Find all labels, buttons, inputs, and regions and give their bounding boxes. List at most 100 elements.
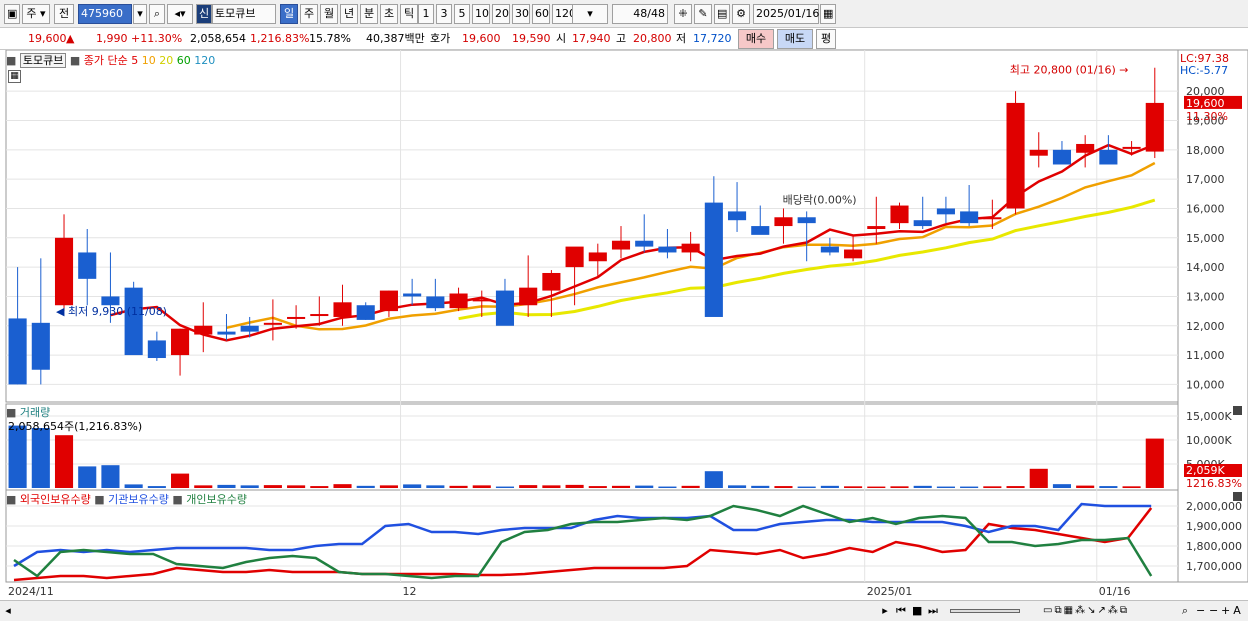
period-button[interactable]: 월 xyxy=(320,4,338,24)
holding-line-2 xyxy=(13,504,1153,580)
all-button[interactable]: 전 xyxy=(54,4,74,24)
current-price: 19,600 xyxy=(28,32,67,45)
candle-body xyxy=(147,340,166,359)
candle-body xyxy=(287,316,306,319)
date-field[interactable]: 2025/01/16 xyxy=(753,4,819,24)
volume-bar xyxy=(495,486,515,488)
stop-icon[interactable]: ■ xyxy=(910,602,924,621)
volume-bar xyxy=(356,485,375,488)
volume-panel-close-icon[interactable] xyxy=(1233,406,1242,415)
high-label: 고 xyxy=(616,32,627,45)
high-annotation: 최고 20,800 (01/16) → xyxy=(1010,64,1129,77)
volume-bar xyxy=(635,485,654,488)
save-icon[interactable]: ▤ xyxy=(714,4,730,24)
candle-body xyxy=(31,322,50,370)
code-dropdown-icon[interactable]: ▾ xyxy=(133,4,147,24)
price-tick-label: 14,000 xyxy=(1186,261,1225,274)
volume-bar xyxy=(54,435,74,488)
candle-body xyxy=(8,318,27,385)
rewind-icon[interactable]: ⏮ xyxy=(894,602,908,621)
interval-button[interactable]: 20 xyxy=(492,4,510,24)
zoom-in-icon[interactable]: + xyxy=(1219,602,1231,621)
candle-body xyxy=(426,296,445,309)
period-button[interactable]: 년 xyxy=(340,4,358,24)
evaluate-button[interactable]: 평 xyxy=(816,29,836,49)
search-icon[interactable]: ⌕ xyxy=(149,4,165,24)
count-value: 48 xyxy=(633,7,648,20)
table-toggle-icon[interactable]: ▦ xyxy=(8,70,21,83)
bid-price: 19,590 xyxy=(512,32,551,45)
interval-button[interactable]: 120 xyxy=(552,4,576,24)
interval-button[interactable]: 5 xyxy=(454,4,470,24)
candle-body xyxy=(310,314,329,317)
volume-bar xyxy=(1122,486,1141,488)
volume-pct: 1,216.83% xyxy=(250,32,310,45)
period-button[interactable]: 주 xyxy=(300,4,318,24)
volume-value: 2,058,654 xyxy=(190,32,246,45)
last-price-tag: 19,600 xyxy=(1186,97,1225,110)
market-select[interactable]: 주 ▾ xyxy=(22,4,50,24)
candle-body xyxy=(171,328,190,356)
scroll-right-icon[interactable]: ▸ xyxy=(878,602,892,621)
drawing-tools-icon[interactable]: ▭⧉▦⁂↘↗⁂⧉ xyxy=(1026,602,1146,621)
fast-forward-icon[interactable]: ⏭ xyxy=(926,602,940,621)
chart-canvas[interactable]: 20,00019,00018,00017,00016,00015,00014,0… xyxy=(0,50,1248,621)
zoom-out-icon[interactable]: − xyxy=(1194,602,1206,621)
candle-body xyxy=(519,287,538,306)
interval-dropdown[interactable]: ▾ xyxy=(572,4,608,24)
legend-marker-icon: ■ xyxy=(6,54,17,67)
auto-scale-icon[interactable]: A xyxy=(1231,602,1243,621)
zoom-slider[interactable] xyxy=(950,609,1020,613)
interval-button[interactable]: 10 xyxy=(472,4,490,24)
volume-bar xyxy=(565,484,584,488)
ma-legend-marker-icon: ■ xyxy=(69,54,81,67)
zoom-search-icon[interactable]: ⌕ xyxy=(1178,602,1192,621)
draw-icon[interactable]: ✎ xyxy=(694,4,712,24)
volume-bar xyxy=(1099,486,1118,488)
individual-holding-label: 개인보유수량 xyxy=(186,493,248,506)
period-button[interactable]: 일 xyxy=(280,4,298,24)
low-price: 17,720 xyxy=(693,32,732,45)
candle-body xyxy=(960,211,979,224)
period-button[interactable]: 분 xyxy=(360,4,378,24)
sell-button[interactable]: 매도 xyxy=(777,29,813,49)
open-price: 17,940 xyxy=(572,32,611,45)
chart-area[interactable]: 20,000 19,000 18,000 17,000 16,000 15,000 14,0… xyxy=(0,50,1248,621)
gear-icon[interactable]: ⚙ xyxy=(732,4,750,24)
holding-tick-label: 1,700,000 xyxy=(1186,560,1242,573)
stock-code-input[interactable]: 475960 xyxy=(78,4,132,24)
volume-bar xyxy=(820,485,839,488)
holding-marker-1-icon: ■ xyxy=(6,493,17,506)
scroll-left-icon[interactable]: ◂ xyxy=(2,602,14,621)
volume-bar xyxy=(449,485,468,488)
calendar-icon[interactable]: ▦ xyxy=(820,4,836,24)
period-button[interactable]: 초 xyxy=(380,4,398,24)
volume-tick-label: 10,000K xyxy=(1186,434,1232,447)
volume-bar xyxy=(403,484,422,488)
crosshair-icon[interactable]: ⁜ xyxy=(674,4,692,24)
period-button[interactable]: 틱 xyxy=(400,4,418,24)
volume-bar xyxy=(379,485,398,488)
buy-button[interactable]: 매수 xyxy=(738,29,774,49)
volume-bar xyxy=(171,473,190,488)
speaker-icon[interactable]: ◂▾ xyxy=(167,4,193,24)
candle-body xyxy=(240,325,259,332)
interval-button[interactable]: 3 xyxy=(436,4,452,24)
holding-line-0 xyxy=(13,507,1153,582)
count-field[interactable]: 48/48 xyxy=(612,4,668,24)
interval-button[interactable]: 30 xyxy=(512,4,530,24)
zoom-minus-icon[interactable]: − xyxy=(1207,602,1219,621)
interval-button[interactable]: 60 xyxy=(532,4,550,24)
price-tick-label: 12,000 xyxy=(1186,320,1225,333)
candle-body xyxy=(1029,149,1048,156)
time-tick-label: 2024/11 xyxy=(8,585,54,598)
holding-panel-close-icon[interactable] xyxy=(1233,492,1242,501)
price-tick-label: 10,000 xyxy=(1186,378,1225,391)
interval-button[interactable]: 1 xyxy=(418,4,434,24)
window-icon[interactable]: ▣ xyxy=(4,4,20,24)
stock-name-field[interactable]: 토모큐브 xyxy=(212,4,276,24)
candle-body xyxy=(54,237,74,306)
stock-name-tag[interactable]: 토모큐브 xyxy=(19,53,67,68)
scroll-bar[interactable]: ◂ ▸ ⏮ ■ ⏭ ▭⧉▦⁂↘↗⁂⧉ ⌕ − − + A xyxy=(0,600,1248,621)
price-tick-label: 11,000 xyxy=(1186,349,1225,362)
